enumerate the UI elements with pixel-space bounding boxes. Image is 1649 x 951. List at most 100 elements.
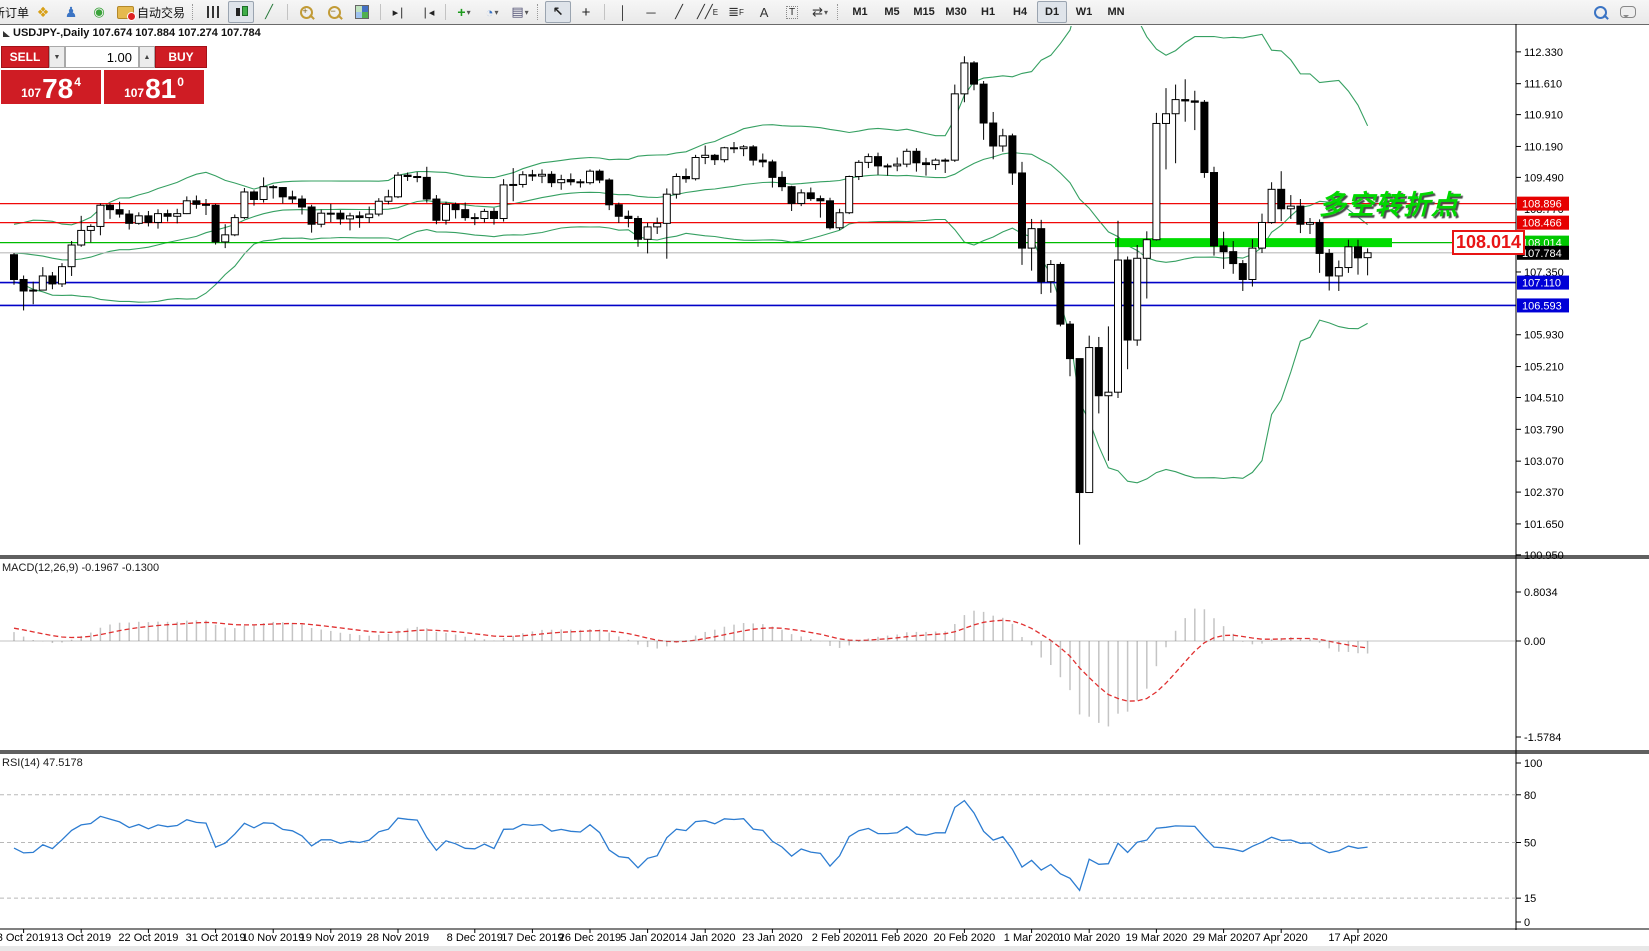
line-chart-button[interactable]: ╱ — [256, 1, 282, 23]
buy-price[interactable]: 107 81 0 — [104, 70, 204, 104]
chat-button[interactable] — [1615, 1, 1641, 23]
zoom-out-icon: − — [328, 6, 341, 19]
vertical-line-button[interactable]: │ — [610, 1, 636, 23]
chart-shift-icon: ❘◂ — [421, 6, 434, 19]
auto-scroll-button[interactable]: ▸❘ — [386, 1, 412, 23]
buy-button[interactable]: BUY — [155, 46, 207, 68]
text-button[interactable]: A — [751, 1, 777, 23]
search-button[interactable] — [1587, 1, 1613, 23]
candlestick-chart-button[interactable] — [228, 1, 254, 23]
svg-text:102.370: 102.370 — [1524, 487, 1564, 499]
svg-text:107.784: 107.784 — [1522, 248, 1562, 260]
periods-button[interactable]: ◔▾ — [479, 1, 505, 23]
sell-button[interactable]: SELL — [1, 46, 49, 68]
svg-text:17 Dec 2019: 17 Dec 2019 — [501, 932, 563, 944]
templates-button[interactable]: ▤▾ — [507, 1, 533, 23]
svg-text:29 Mar 2020: 29 Mar 2020 — [1193, 932, 1255, 944]
tile-windows-icon — [355, 5, 369, 19]
svg-text:31 Oct 2019: 31 Oct 2019 — [186, 932, 246, 944]
price-level-annotation[interactable]: 108.014 — [1452, 230, 1525, 255]
gold-icon[interactable]: ❖ — [30, 1, 56, 23]
template-icon: ▤ — [511, 4, 523, 20]
macd-label: MACD(12,26,9) -0.1967 -0.1300 — [2, 562, 159, 574]
toolbar-grip — [537, 4, 541, 20]
volume-decrease-button[interactable]: ▼ — [49, 46, 65, 68]
auto-trading-button[interactable]: 自动交易 — [114, 1, 188, 23]
zoom-in-icon: + — [300, 6, 313, 19]
arrows-button[interactable]: ⇄▾ — [807, 1, 833, 23]
indicators-icon: + — [457, 4, 465, 20]
crosshair-icon: + — [582, 4, 591, 21]
zoom-out-button[interactable]: − — [321, 1, 347, 23]
svg-text:14 Jan 2020: 14 Jan 2020 — [675, 932, 736, 944]
chart-shift-button[interactable]: ❘◂ — [414, 1, 440, 23]
turning-point-annotation[interactable]: 多空转折点 — [1284, 183, 1459, 222]
svg-text:0: 0 — [1524, 917, 1530, 929]
svg-text:103.790: 103.790 — [1524, 424, 1564, 436]
svg-text:111.610: 111.610 — [1524, 79, 1562, 91]
svg-text:109.490: 109.490 — [1524, 172, 1564, 184]
svg-text:2 Feb 2020: 2 Feb 2020 — [812, 932, 868, 944]
volume-input[interactable]: 1.00 — [65, 46, 139, 68]
cursor-icon: ↖ — [553, 4, 564, 20]
svg-text:19 Mar 2020: 19 Mar 2020 — [1126, 932, 1188, 944]
bar-chart-button[interactable] — [200, 1, 226, 23]
chart-title: USDJPY-,Daily 107.674 107.884 107.274 10… — [13, 27, 261, 39]
svg-text:22 Oct 2019: 22 Oct 2019 — [118, 932, 178, 944]
new-order-button[interactable]: 新订单 — [0, 4, 29, 21]
volume-increase-button[interactable]: ▲ — [139, 46, 155, 68]
text-label-button[interactable]: T — [779, 1, 805, 23]
toolbar-separator — [287, 4, 288, 20]
toolbar-separator — [445, 4, 446, 20]
trendline-button[interactable]: ╱ — [666, 1, 692, 23]
signals-icon[interactable]: ◉ — [86, 1, 112, 23]
timeframe-button-D1[interactable]: D1 — [1037, 1, 1067, 23]
svg-text:112.330: 112.330 — [1524, 47, 1563, 59]
horizontal-line-button[interactable]: ─ — [638, 1, 664, 23]
toolbar-separator — [380, 4, 381, 20]
svg-text:110.910: 110.910 — [1524, 110, 1563, 122]
channel-button[interactable]: ╱╱E — [694, 1, 721, 23]
arrows-icon: ⇄ — [812, 4, 823, 20]
svg-text:10 Mar 2020: 10 Mar 2020 — [1058, 932, 1120, 944]
candlestick-icon — [234, 5, 248, 19]
timeframe-buttons: M1M5M15M30H1H4D1W1MN — [844, 1, 1132, 23]
svg-text:50: 50 — [1524, 838, 1536, 850]
svg-text:108.466: 108.466 — [1522, 218, 1562, 230]
community-icon[interactable]: ♟ — [58, 1, 84, 23]
chart-canvas[interactable]: 112.330111.610110.910110.190109.490108.7… — [0, 24, 1649, 951]
timeframe-button-W1[interactable]: W1 — [1069, 1, 1099, 23]
timeframe-button-H1[interactable]: H1 — [973, 1, 1003, 23]
timeframe-button-M15[interactable]: M15 — [909, 1, 939, 23]
timeframe-button-MN[interactable]: MN — [1101, 1, 1131, 23]
timeframe-button-H4[interactable]: H4 — [1005, 1, 1035, 23]
cursor-button[interactable]: ↖ — [545, 1, 571, 23]
timeframe-button-M5[interactable]: M5 — [877, 1, 907, 23]
svg-text:11 Feb 2020: 11 Feb 2020 — [867, 932, 928, 944]
tile-windows-button[interactable] — [349, 1, 375, 23]
timeframe-button-M1[interactable]: M1 — [845, 1, 875, 23]
svg-text:103.070: 103.070 — [1524, 456, 1564, 468]
zoom-in-button[interactable]: + — [293, 1, 319, 23]
svg-text:3 Oct 2019: 3 Oct 2019 — [0, 932, 51, 944]
indicators-button[interactable]: +▾ — [451, 1, 477, 23]
svg-text:106.593: 106.593 — [1522, 300, 1562, 312]
chat-icon — [1620, 6, 1636, 18]
svg-text:8 Dec 2019: 8 Dec 2019 — [447, 932, 503, 944]
one-click-trading-panel: SELL ▼ 1.00 ▲ BUY 107 78 4 107 81 0 — [1, 46, 207, 104]
svg-text:80: 80 — [1524, 790, 1536, 802]
svg-text:108.896: 108.896 — [1522, 199, 1562, 211]
vertical-line-icon: │ — [619, 5, 627, 20]
auto-scroll-icon: ▸❘ — [393, 6, 406, 19]
svg-text:23 Jan 2020: 23 Jan 2020 — [742, 932, 803, 944]
auto-trading-folder-icon — [117, 6, 134, 19]
fibonacci-button[interactable]: ≣F — [723, 1, 749, 23]
horizontal-line-icon: ─ — [646, 5, 655, 20]
svg-text:28 Nov 2019: 28 Nov 2019 — [367, 932, 429, 944]
svg-text:1 Mar 2020: 1 Mar 2020 — [1004, 932, 1060, 944]
sell-price[interactable]: 107 78 4 — [1, 70, 101, 104]
crosshair-button[interactable]: + — [573, 1, 599, 23]
svg-text:20 Feb 2020: 20 Feb 2020 — [934, 932, 996, 944]
bar-chart-icon — [207, 6, 220, 18]
timeframe-button-M30[interactable]: M30 — [941, 1, 971, 23]
